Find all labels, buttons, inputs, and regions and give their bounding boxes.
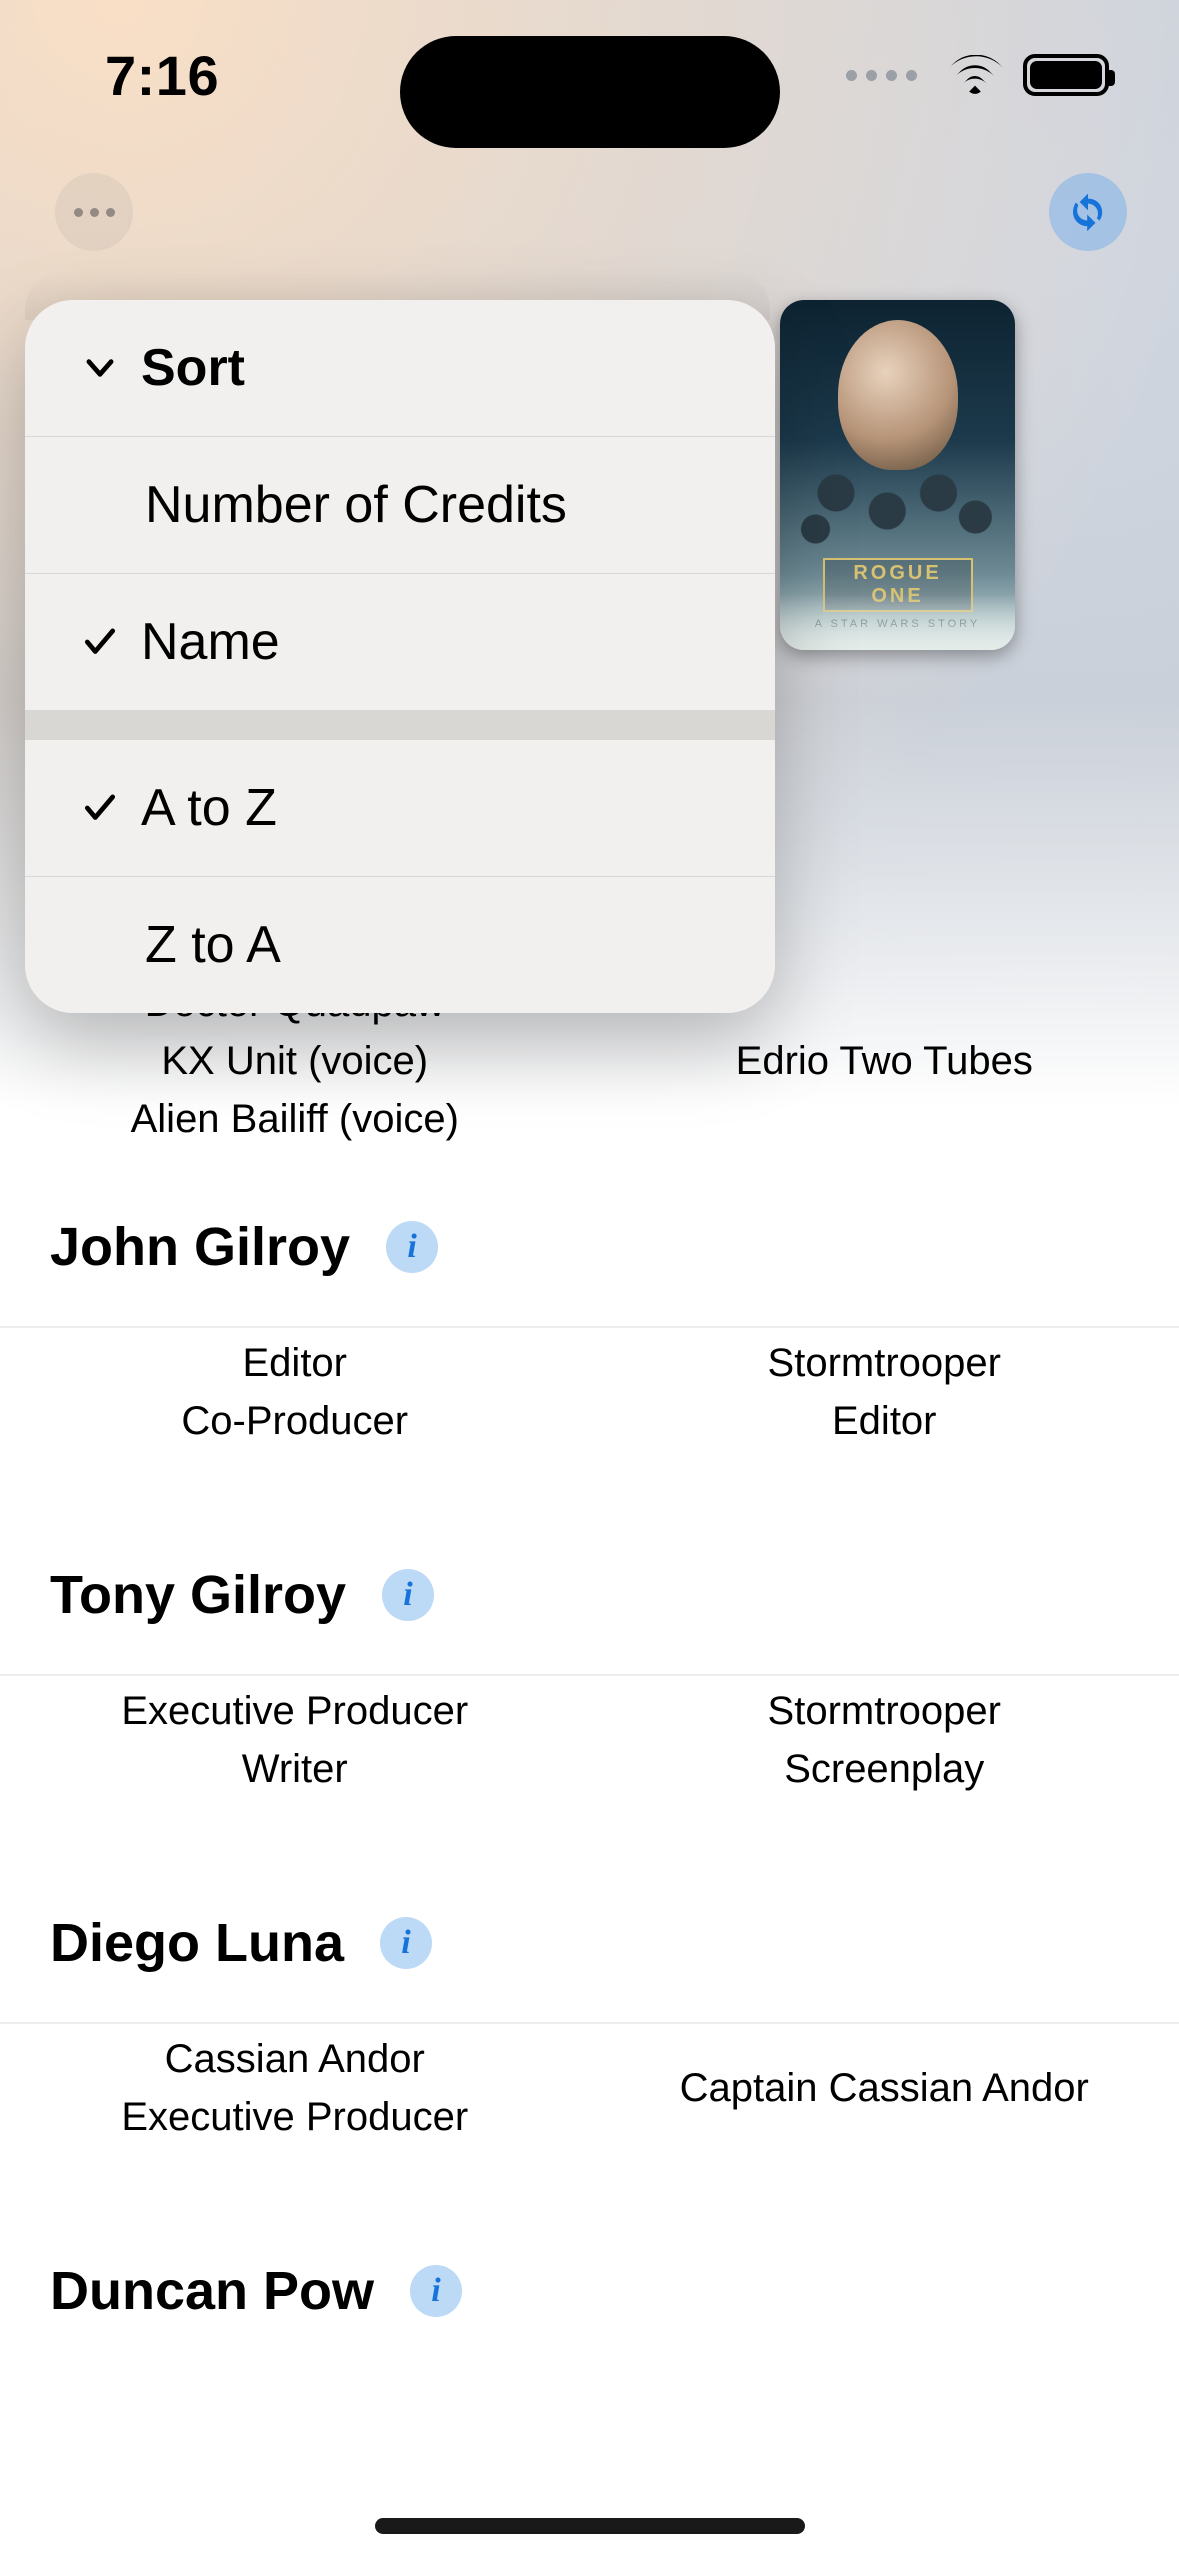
roles-left: Cassian Andor Executive Producer [0, 2032, 590, 2144]
check-icon [81, 623, 119, 661]
roles-right: Stormtrooper Editor [590, 1336, 1179, 1448]
menu-label: A to Z [141, 778, 277, 838]
sort-direction-desc[interactable]: Z to A [25, 876, 775, 1013]
person-name: John Gilroy [50, 1216, 350, 1278]
roles-row: Cassian Andor Executive Producer Captain… [0, 2024, 1179, 2204]
sort-menu-header[interactable]: Sort [25, 300, 775, 436]
sort-direction-asc[interactable]: A to Z [25, 740, 775, 876]
menu-check-placeholder [81, 484, 123, 526]
person-name: Tony Gilroy [50, 1564, 346, 1626]
person-item: Diego Luna i Cassian Andor Executive Pro… [0, 1856, 1179, 2204]
roles-left: Editor Co-Producer [0, 1336, 590, 1448]
menu-check-placeholder [81, 924, 123, 966]
info-icon[interactable]: i [380, 1917, 432, 1969]
roles-left: Executive Producer Writer [0, 1684, 590, 1796]
menu-label: Z to A [145, 915, 281, 975]
person-header[interactable]: Diego Luna i [0, 1856, 1179, 2022]
person-item: John Gilroy i Editor Co-Producer Stormtr… [0, 1160, 1179, 1508]
menu-label: Name [141, 612, 280, 672]
menu-label: Sort [141, 338, 245, 398]
sort-option-name[interactable]: Name [25, 573, 775, 710]
person-header[interactable]: Duncan Pow i [0, 2204, 1179, 2370]
menu-divider [25, 710, 775, 740]
person-header[interactable]: Tony Gilroy i [0, 1508, 1179, 1674]
person-name: Diego Luna [50, 1912, 344, 1974]
sort-option-credits[interactable]: Number of Credits [25, 436, 775, 573]
sort-menu: Sort Number of Credits Name A to Z Z to … [25, 300, 775, 1013]
roles-row: Executive Producer Writer Stormtrooper S… [0, 1676, 1179, 1856]
person-item: Tony Gilroy i Executive Producer Writer … [0, 1508, 1179, 1856]
menu-label: Number of Credits [145, 475, 567, 535]
person-name: Duncan Pow [50, 2260, 374, 2322]
check-icon [81, 789, 119, 827]
home-indicator [375, 2518, 805, 2534]
person-item: Duncan Pow i [0, 2204, 1179, 2370]
info-icon[interactable]: i [386, 1221, 438, 1273]
info-icon[interactable]: i [382, 1569, 434, 1621]
chevron-down-icon [81, 349, 119, 387]
roles-right: Captain Cassian Andor [590, 2032, 1179, 2144]
roles-right: Stormtrooper Screenplay [590, 1684, 1179, 1796]
person-header[interactable]: John Gilroy i [0, 1160, 1179, 1326]
roles-row: Editor Co-Producer Stormtrooper Editor [0, 1328, 1179, 1508]
info-icon[interactable]: i [410, 2265, 462, 2317]
